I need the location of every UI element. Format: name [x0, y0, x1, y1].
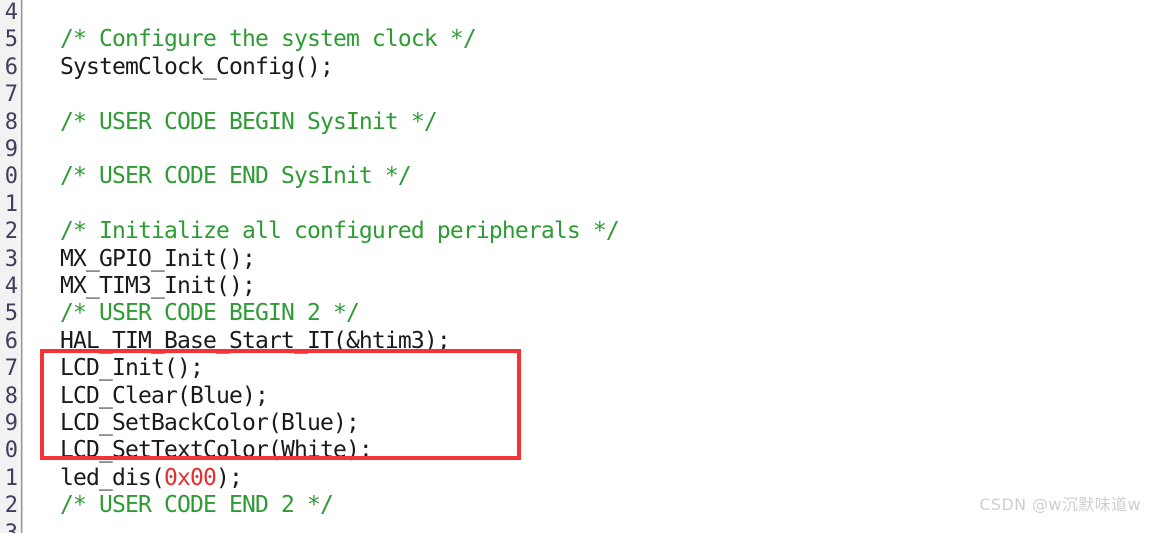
- code-line[interactable]: LCD_Clear(Blue);: [60, 382, 269, 410]
- line-number: 7: [4, 356, 18, 382]
- line-number: 3: [4, 246, 18, 272]
- code-token-comment: /* USER CODE BEGIN SysInit */: [60, 108, 438, 135]
- code-line[interactable]: HAL_TIM_Base_Start_IT(&htim3);: [60, 327, 451, 355]
- gutter-separator-line: [19, 0, 24, 533]
- line-number: 1: [4, 191, 18, 217]
- line-number: 5: [4, 27, 18, 53]
- code-token-plain: LCD_Clear(Blue);: [60, 382, 269, 409]
- line-number: 2: [4, 219, 18, 245]
- code-line[interactable]: SystemClock_Config();: [60, 53, 334, 81]
- code-line[interactable]: LCD_SetTextColor(White);: [60, 437, 373, 464]
- line-number: 7: [4, 82, 18, 108]
- line-number: 8: [4, 109, 18, 135]
- code-token-comment: /* USER CODE END SysInit */: [60, 163, 412, 190]
- code-token-plain: LCD_Init();: [60, 355, 204, 382]
- code-token-number: 0x00: [163, 464, 217, 491]
- line-number: 8: [4, 383, 18, 409]
- code-line[interactable]: LCD_Init();: [60, 355, 204, 382]
- line-number: 5: [4, 301, 18, 327]
- code-line[interactable]: MX_GPIO_Init();: [60, 245, 256, 273]
- line-number: 3: [0, 520, 19, 533]
- line-number: 1: [4, 465, 18, 491]
- code-token-plain: HAL_TIM_Base_Start_IT(&htim3);: [60, 327, 451, 354]
- code-token-plain: MX_GPIO_Init();: [60, 245, 256, 272]
- code-line[interactable]: /* USER CODE BEGIN SysInit */: [60, 108, 438, 136]
- code-token-plain: LCD_SetBackColor(Blue);: [60, 410, 360, 436]
- line-number: 2: [4, 493, 18, 519]
- line-number: 6: [4, 328, 18, 354]
- line-number: 4: [4, 274, 18, 299]
- line-number: 6: [4, 54, 18, 80]
- line-number: 4: [4, 0, 18, 25]
- code-token-comment: /* USER CODE END 2 */: [60, 492, 334, 519]
- line-number-list: 45678901234567890123: [0, 0, 19, 533]
- code-text-area[interactable]: /* Configure the system clock */SystemCl…: [24, 0, 1153, 533]
- line-number: 9: [4, 411, 18, 436]
- line-number: 0: [4, 164, 18, 190]
- code-token-comment: /* Configure the system clock */: [60, 26, 477, 53]
- code-token-comment: /* Initialize all configured peripherals…: [60, 218, 620, 245]
- code-token-plain: led_dis(: [60, 464, 165, 491]
- line-number: 0: [4, 438, 18, 464]
- code-line[interactable]: /* Configure the system clock */: [60, 26, 477, 53]
- line-number: 9: [4, 137, 18, 162]
- code-token-plain: );: [215, 464, 243, 491]
- code-line[interactable]: /* USER CODE END 2 */: [60, 492, 334, 519]
- code-token-plain: MX_TIM3_Init();: [60, 273, 256, 299]
- code-token-plain: SystemClock_Config();: [60, 53, 334, 80]
- code-line[interactable]: MX_TIM3_Init();: [60, 273, 256, 300]
- code-line[interactable]: LCD_SetBackColor(Blue);: [60, 410, 360, 437]
- code-token-comment: /* USER CODE BEGIN 2 */: [60, 300, 360, 327]
- code-line[interactable]: /* Initialize all configured peripherals…: [60, 218, 620, 245]
- code-line[interactable]: /* USER CODE BEGIN 2 */: [60, 300, 360, 327]
- code-line[interactable]: /* USER CODE END SysInit */: [60, 163, 412, 190]
- code-line[interactable]: led_dis(0x00);: [60, 464, 243, 492]
- csdn-watermark: CSDN @w沉默味道w: [979, 495, 1141, 514]
- code-token-plain: LCD_SetTextColor(White);: [60, 437, 373, 464]
- code-editor: /* Configure the system clock */SystemCl…: [0, 0, 1153, 533]
